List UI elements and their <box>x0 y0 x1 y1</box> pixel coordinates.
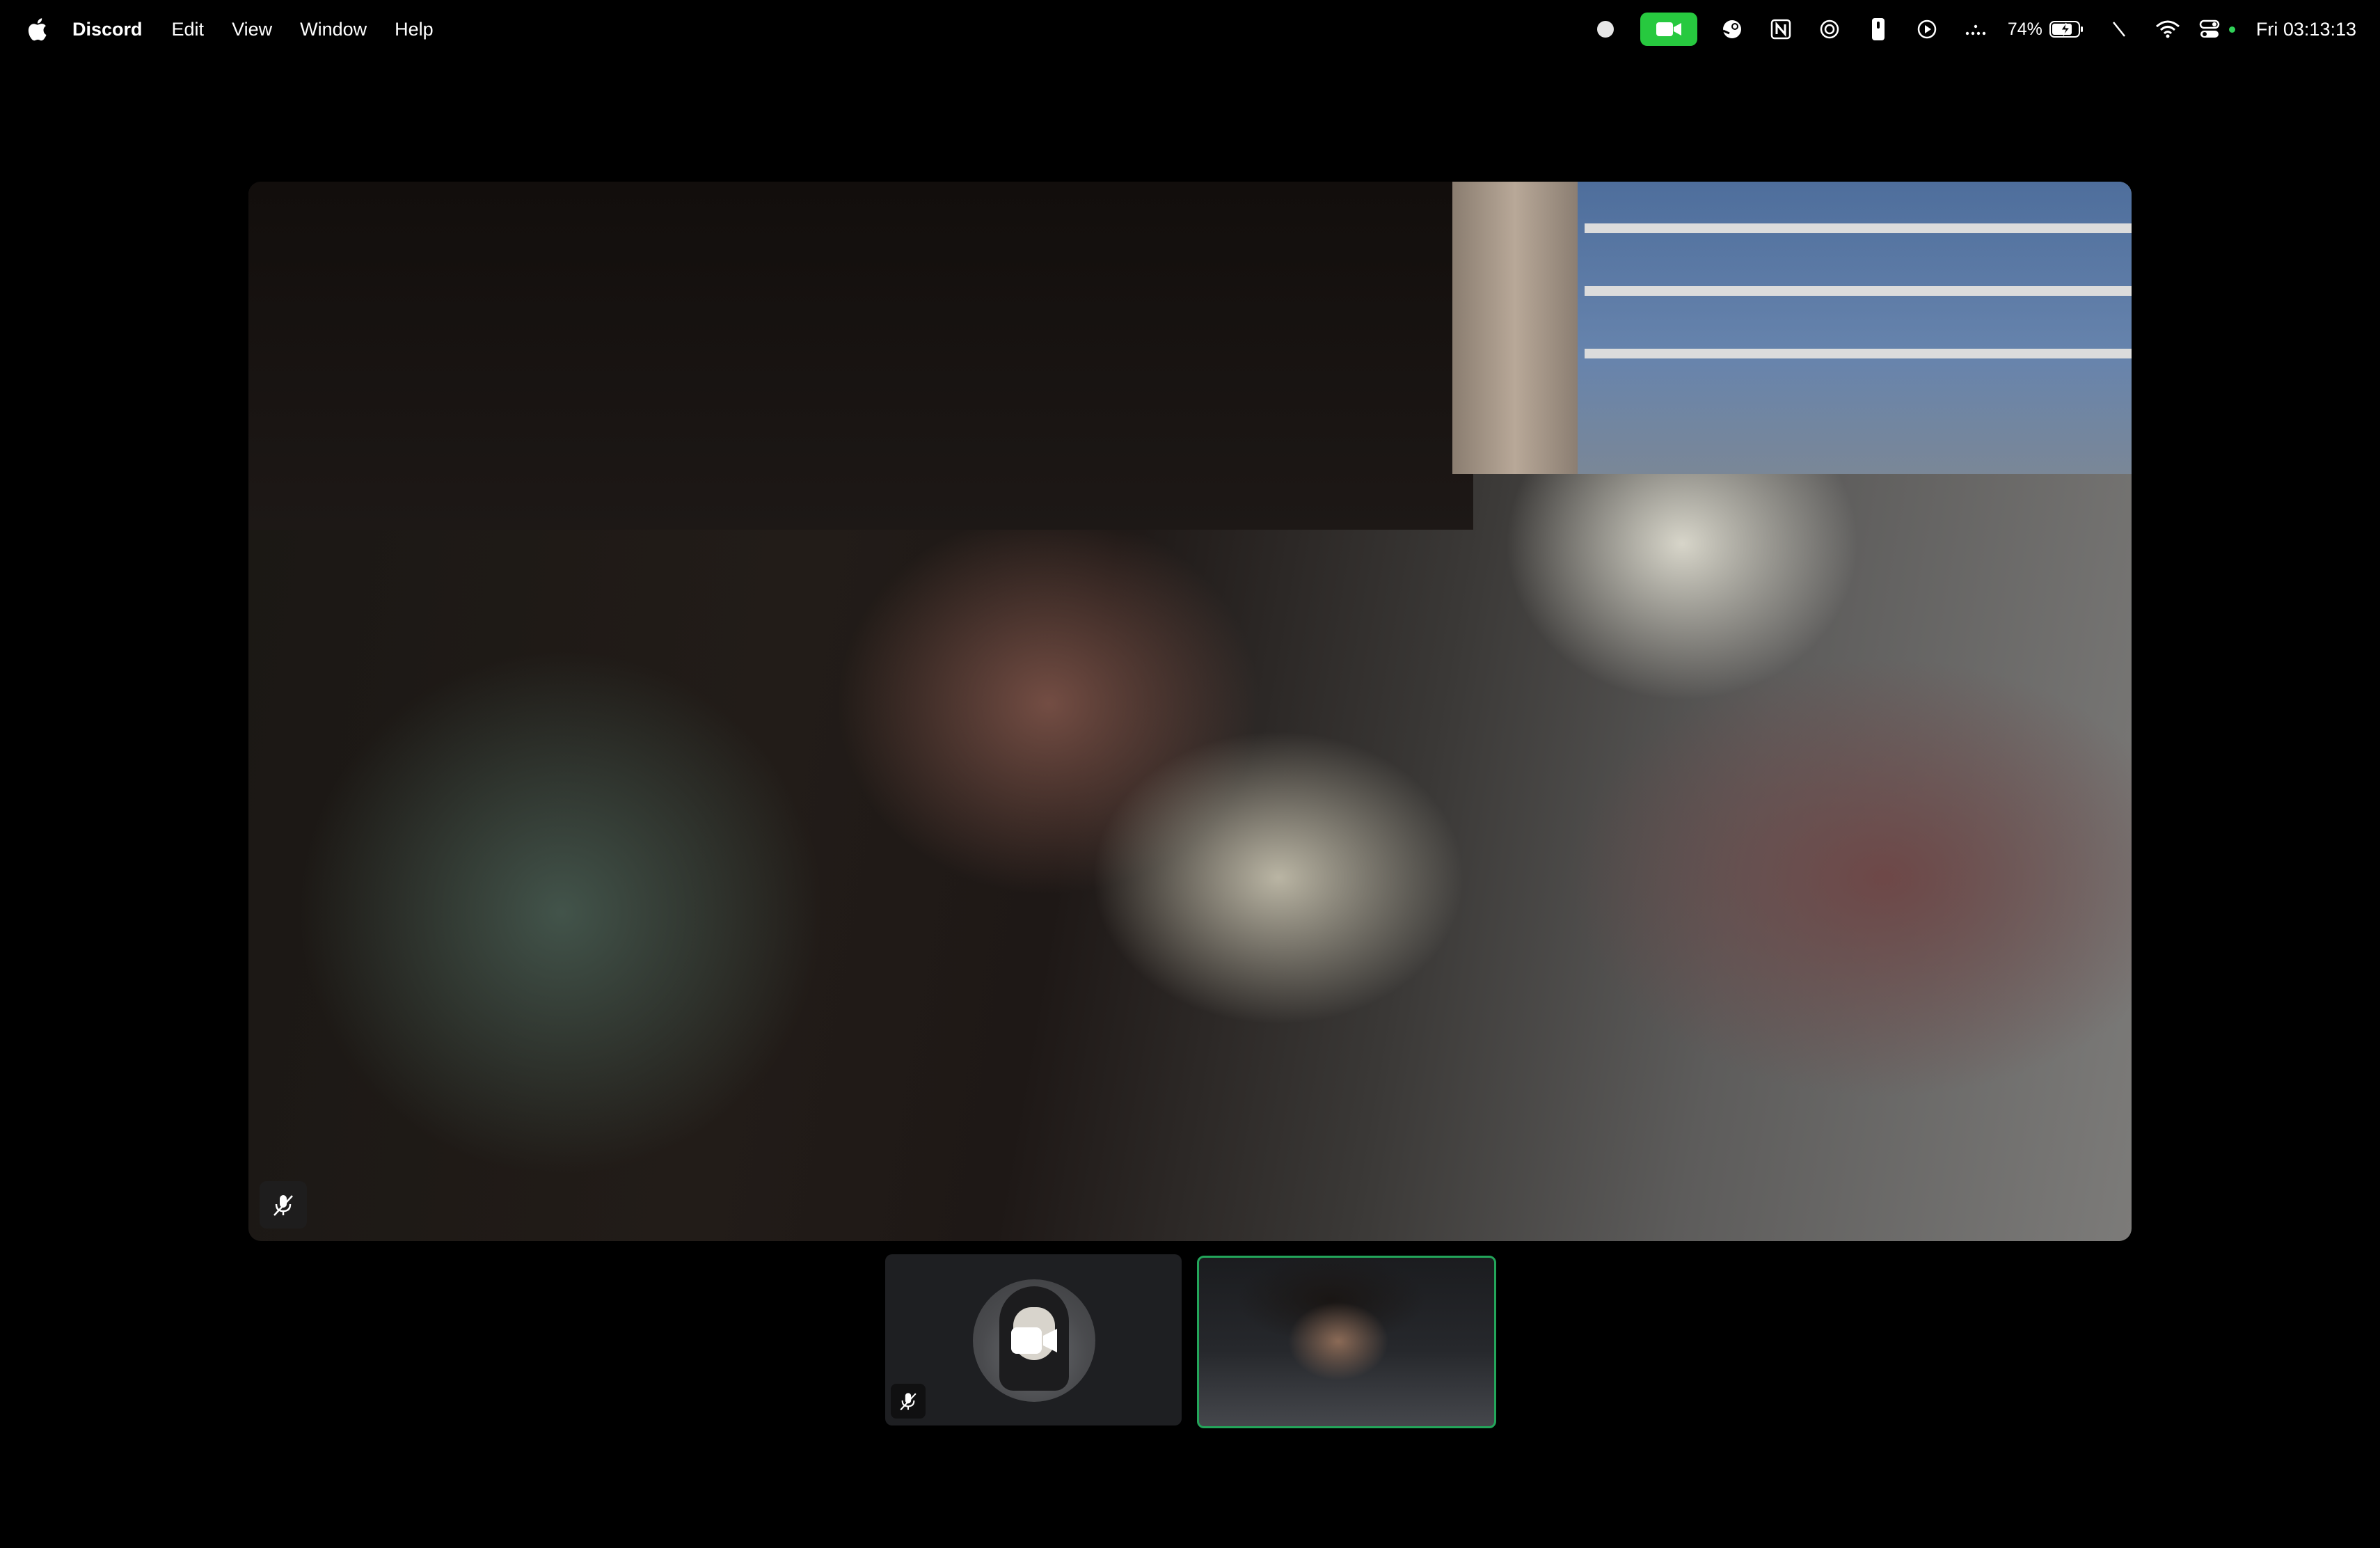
focus-icon[interactable] <box>1816 15 1843 43</box>
menu-bar-right: 74% Fri 03:13:13 <box>1571 0 2380 58</box>
participant-tile-speaking[interactable] <box>1197 1256 1496 1428</box>
dots-icon[interactable] <box>1962 15 1990 43</box>
video-background-wall <box>248 182 1473 530</box>
participant-tile-camera-off[interactable] <box>885 1254 1182 1425</box>
play-icon[interactable] <box>1913 15 1941 43</box>
video-background-curtain <box>1452 182 1578 474</box>
mic-muted-icon <box>273 1195 293 1216</box>
window-bar <box>1585 349 2132 358</box>
menu-bar: Discord Edit View Window Help 74% Fri 03… <box>0 0 2380 58</box>
tablet-icon[interactable] <box>1864 15 1892 43</box>
main-video-feed[interactable] <box>248 182 2132 1241</box>
record-dot-icon[interactable] <box>1592 15 1619 43</box>
menu-help[interactable]: Help <box>395 19 434 40</box>
notion-icon[interactable] <box>1767 15 1795 43</box>
control-center-icon[interactable] <box>2197 15 2225 43</box>
battery-percent: 74% <box>2007 19 2042 39</box>
window-bar <box>1585 286 2132 296</box>
window-bar <box>1585 223 2132 233</box>
menu-edit[interactable]: Edit <box>172 19 205 40</box>
menubar-clock[interactable]: Fri 03:13:13 <box>2256 19 2356 40</box>
mic-muted-icon <box>900 1393 917 1411</box>
apple-menu-icon[interactable] <box>25 15 49 44</box>
menu-view[interactable]: View <box>232 19 272 40</box>
avatar <box>973 1279 1095 1402</box>
wifi-icon[interactable] <box>2154 15 2182 43</box>
camera-off-icon <box>1011 1327 1057 1354</box>
menu-bar-left: Discord Edit View Window Help <box>0 0 461 58</box>
menu-window[interactable]: Window <box>300 19 367 40</box>
main-video-mute-badge <box>260 1181 307 1229</box>
mic-in-use-indicator <box>2228 26 2235 33</box>
facetime-camera-icon[interactable] <box>1640 13 1697 46</box>
participant-mute-badge <box>891 1384 926 1419</box>
menu-app-discord[interactable]: Discord <box>72 19 143 40</box>
slash-icon[interactable] <box>2105 15 2133 43</box>
steam-icon[interactable] <box>1718 15 1746 43</box>
battery-icon[interactable] <box>2049 20 2084 38</box>
